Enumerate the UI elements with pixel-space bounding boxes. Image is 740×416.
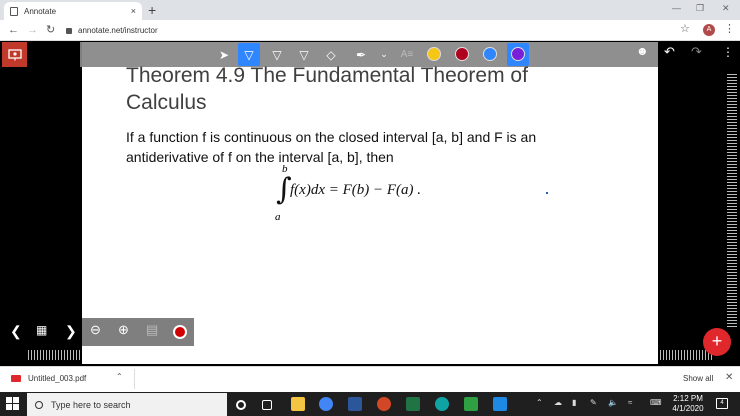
system-clock[interactable]: 2:12 PM 4/1/2020 xyxy=(668,394,708,414)
new-tab-button[interactable]: + xyxy=(148,1,156,19)
forward-icon[interactable]: → xyxy=(27,22,38,38)
pointer-tool-icon[interactable]: ➤ xyxy=(213,43,235,66)
chevron-down-icon[interactable]: ⌄ xyxy=(373,43,395,66)
color-swatch-blue[interactable] xyxy=(483,47,497,61)
excel-icon[interactable] xyxy=(406,397,420,411)
previous-slide-icon[interactable]: ❮ xyxy=(10,323,22,340)
app-icon-teal[interactable] xyxy=(435,397,449,411)
undo-icon[interactable]: ↶ xyxy=(664,44,675,60)
browser-tab[interactable]: Annotate × xyxy=(4,2,142,20)
pen-icon[interactable]: ✎ xyxy=(590,398,597,407)
color-swatch-purple[interactable] xyxy=(511,47,525,61)
annotation-dot xyxy=(546,192,548,194)
pen-tool-icon[interactable]: ▽ xyxy=(238,43,260,66)
avatar[interactable]: A xyxy=(703,24,715,36)
shape-tool-icon[interactable]: ✒ xyxy=(350,43,372,66)
color-swatch-yellow[interactable] xyxy=(427,47,441,61)
integral-lower-bound: a xyxy=(275,211,281,223)
clock-time: 2:12 PM xyxy=(673,394,703,403)
battery-icon[interactable]: ▮ xyxy=(572,398,576,407)
taskbar-search-input[interactable]: Type here to search xyxy=(27,393,227,416)
cloud-icon[interactable]: ☁ xyxy=(554,398,562,407)
chrome-icon[interactable] xyxy=(319,397,333,411)
show-all-link[interactable]: Show all xyxy=(683,374,713,383)
tab-title: Annotate xyxy=(24,6,57,16)
highlighter-tool-icon[interactable]: ▽ xyxy=(293,43,315,66)
window-close-icon[interactable]: ✕ xyxy=(722,3,730,14)
slide-title-line2: Calculus xyxy=(126,91,207,114)
url-field[interactable]: annotate.net/instructor xyxy=(66,23,696,38)
presentation-icon[interactable] xyxy=(2,42,27,67)
filmstrip-right xyxy=(660,350,712,360)
screen-icon[interactable]: ▤ xyxy=(146,322,158,338)
search-icon xyxy=(35,400,43,409)
download-file-name[interactable]: Untitled_003.pdf xyxy=(28,374,86,383)
url-text: annotate.net/instructor xyxy=(78,26,158,35)
theorem-formula: f(x)dx = F(b) − F(a) . xyxy=(290,182,422,198)
clock-date: 4/1/2020 xyxy=(672,404,704,413)
eraser-tool-icon[interactable]: ◇ xyxy=(320,43,342,66)
task-view-icon[interactable] xyxy=(262,400,272,410)
back-icon[interactable]: ← xyxy=(8,22,19,38)
wifi-icon[interactable]: ≈ xyxy=(628,398,632,407)
add-button[interactable]: + xyxy=(703,328,731,356)
color-swatch-red[interactable] xyxy=(455,47,469,61)
word-icon[interactable] xyxy=(348,397,362,411)
windows-start-icon[interactable] xyxy=(6,397,19,410)
chevron-up-icon[interactable]: ⌃ xyxy=(116,372,123,381)
record-icon xyxy=(175,327,185,337)
next-slide-icon[interactable]: ❯ xyxy=(65,323,77,340)
zoom-out-icon[interactable]: ⊖ xyxy=(90,322,101,338)
restore-icon[interactable]: ❐ xyxy=(696,3,704,14)
filmstrip-left xyxy=(28,350,80,360)
notification-icon[interactable]: 4 xyxy=(716,398,728,409)
text-tool-icon[interactable]: A≡ xyxy=(396,43,418,66)
reload-icon[interactable]: ↻ xyxy=(46,22,55,38)
keyboard-icon[interactable]: ⌨ xyxy=(650,398,662,407)
volume-icon[interactable]: 🔈 xyxy=(608,398,618,407)
users-icon[interactable]: ☻ xyxy=(636,44,649,58)
page-icon xyxy=(10,6,18,16)
divider xyxy=(134,369,135,389)
app-menu-icon[interactable]: ⋮ xyxy=(722,45,734,59)
powerpoint-icon[interactable] xyxy=(377,397,391,411)
close-icon[interactable]: ✕ xyxy=(725,372,733,383)
app-icon-green[interactable] xyxy=(464,397,478,411)
bookmark-star-icon[interactable]: ☆ xyxy=(680,22,690,35)
file-explorer-icon[interactable] xyxy=(291,397,305,411)
grid-view-icon[interactable]: ▦ xyxy=(36,323,47,337)
browser-menu-icon[interactable]: ⋮ xyxy=(724,22,735,35)
record-button[interactable] xyxy=(173,325,187,339)
tab-close-icon[interactable]: × xyxy=(131,6,136,16)
theorem-text-line1: If a function f is continuous on the clo… xyxy=(126,129,537,145)
theorem-text-line2: antiderivative of f on the interval [a, … xyxy=(126,149,394,165)
lock-icon xyxy=(66,27,72,34)
pdf-icon xyxy=(11,375,21,382)
cortana-icon[interactable] xyxy=(236,400,246,410)
zoom-in-icon[interactable]: ⊕ xyxy=(118,322,129,338)
slide-title-line1: Theorem 4.9 The Fundamental Theorem of xyxy=(126,64,528,87)
slide-scrollbar[interactable] xyxy=(727,72,737,327)
minimize-icon[interactable]: — xyxy=(672,3,681,13)
app-icon-blue[interactable] xyxy=(493,397,507,411)
download-bar xyxy=(0,366,740,392)
tray-chevron-icon[interactable]: ⌃ xyxy=(536,398,543,407)
marker-tool-icon[interactable]: ▽ xyxy=(266,43,288,66)
redo-icon[interactable]: ↷ xyxy=(691,44,702,60)
search-placeholder: Type here to search xyxy=(51,399,131,410)
